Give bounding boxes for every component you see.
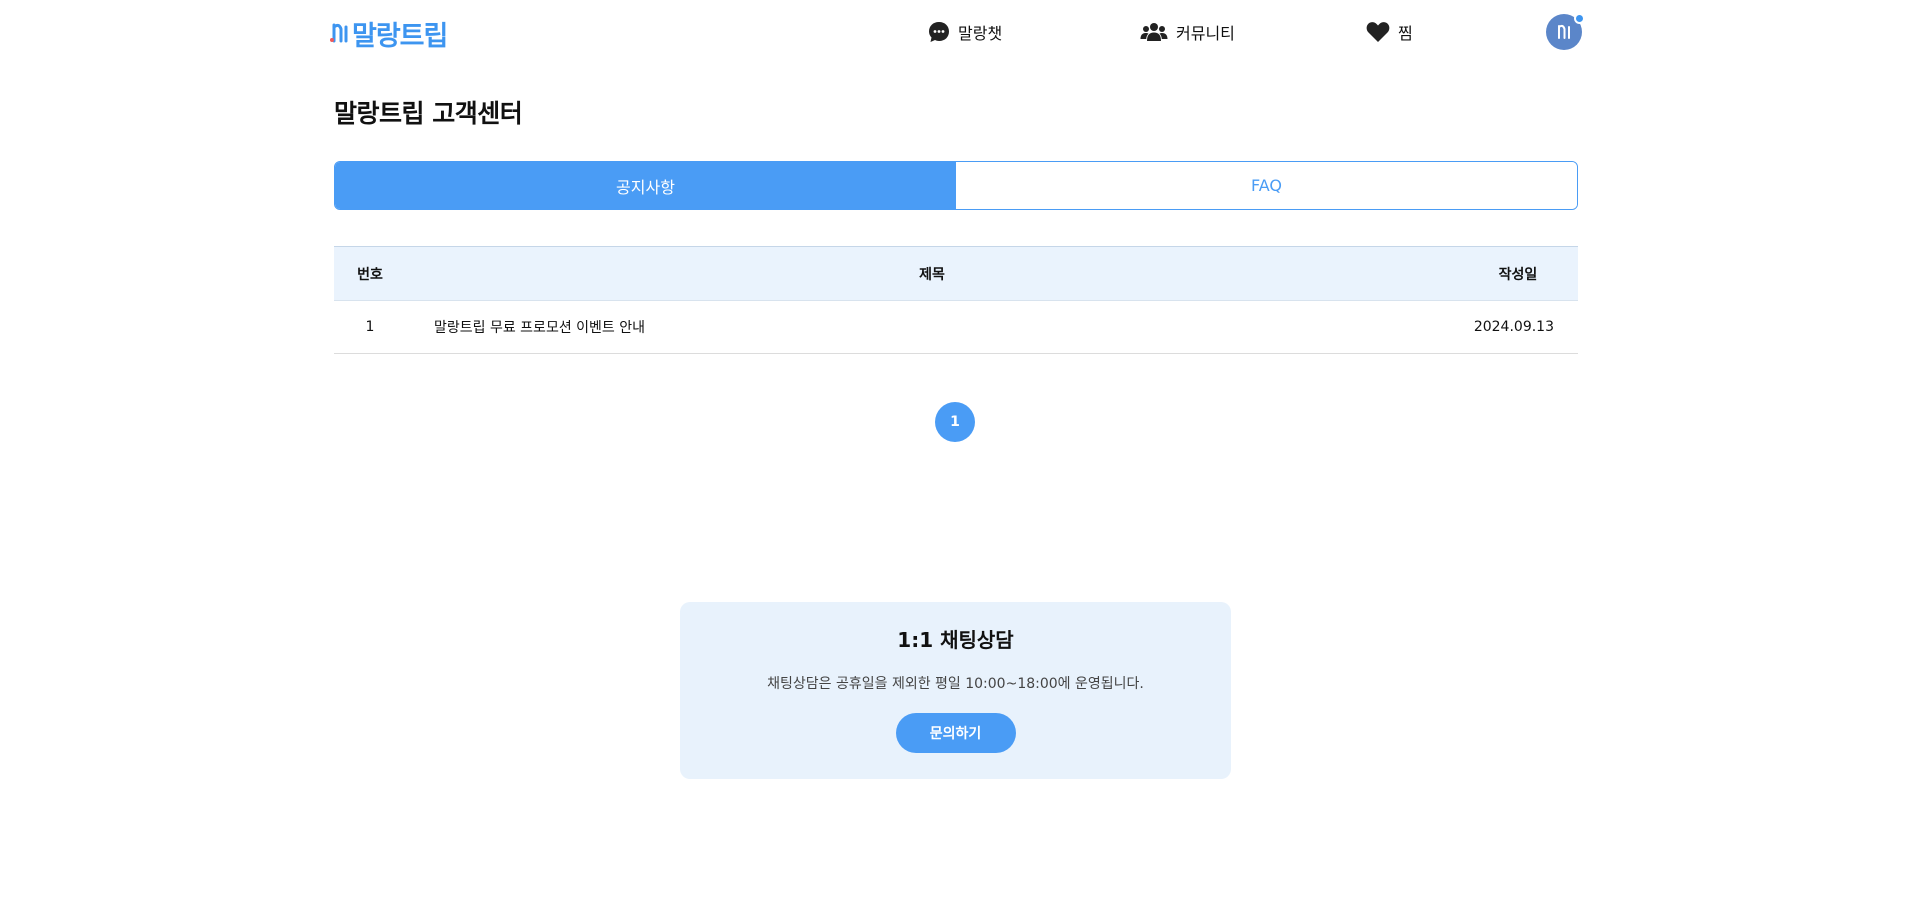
inquiry-button[interactable]: 문의하기	[895, 713, 1016, 753]
consult-description: 채팅상담은 공휴일을 제외한 평일 10:00~18:00에 운영됩니다.	[767, 676, 1144, 692]
heart-icon	[1366, 22, 1390, 42]
tab-faq[interactable]: FAQ	[956, 162, 1577, 209]
page-button-current[interactable]: 1	[935, 402, 975, 442]
header-no: 번호	[357, 266, 383, 283]
nav-community-label: 커뮤니티	[1176, 24, 1235, 43]
chat-consult-card: 1:1 채팅상담 채팅상담은 공휴일을 제외한 평일 10:00~18:00에 …	[680, 602, 1231, 779]
notification-dot	[1574, 13, 1585, 24]
nav-community[interactable]: 커뮤니티	[1140, 19, 1235, 45]
user-avatar-icon	[1558, 24, 1570, 39]
nav-wish-label: 찜	[1398, 24, 1413, 43]
page-title: 말랑트립 고객센터	[334, 99, 523, 128]
table-header: 번호 제목 작성일	[334, 246, 1578, 301]
tab-bar: 공지사항 FAQ	[334, 161, 1578, 210]
nav-chat-label: 말랑챗	[958, 24, 1003, 43]
header-title: 제목	[919, 266, 945, 283]
row-no: 1	[365, 319, 375, 335]
logo[interactable]: 말랑트립	[330, 14, 448, 53]
nav-chat[interactable]: 말랑챗	[928, 19, 1002, 45]
table-row[interactable]: 1 말랑트립 무료 프로모션 이벤트 안내 2024.09.13	[334, 301, 1578, 354]
users-icon	[1140, 23, 1168, 41]
top-header: 말랑트립 말랑챗 커뮤니티 찜	[0, 0, 1908, 64]
nav-wish[interactable]: 찜	[1366, 19, 1413, 45]
logo-text: 말랑트립	[352, 21, 448, 52]
consult-title: 1:1 채팅상담	[897, 628, 1014, 652]
tab-notice[interactable]: 공지사항	[335, 162, 956, 209]
row-date: 2024.09.13	[1473, 319, 1554, 335]
chat-bubble-icon	[929, 22, 949, 42]
header-date: 작성일	[1498, 266, 1538, 283]
logo-mark-icon	[330, 23, 348, 42]
notice-table: 번호 제목 작성일 1 말랑트립 무료 프로모션 이벤트 안내 2024.09.…	[334, 246, 1578, 354]
row-title[interactable]: 말랑트립 무료 프로모션 이벤트 안내	[406, 317, 1438, 337]
